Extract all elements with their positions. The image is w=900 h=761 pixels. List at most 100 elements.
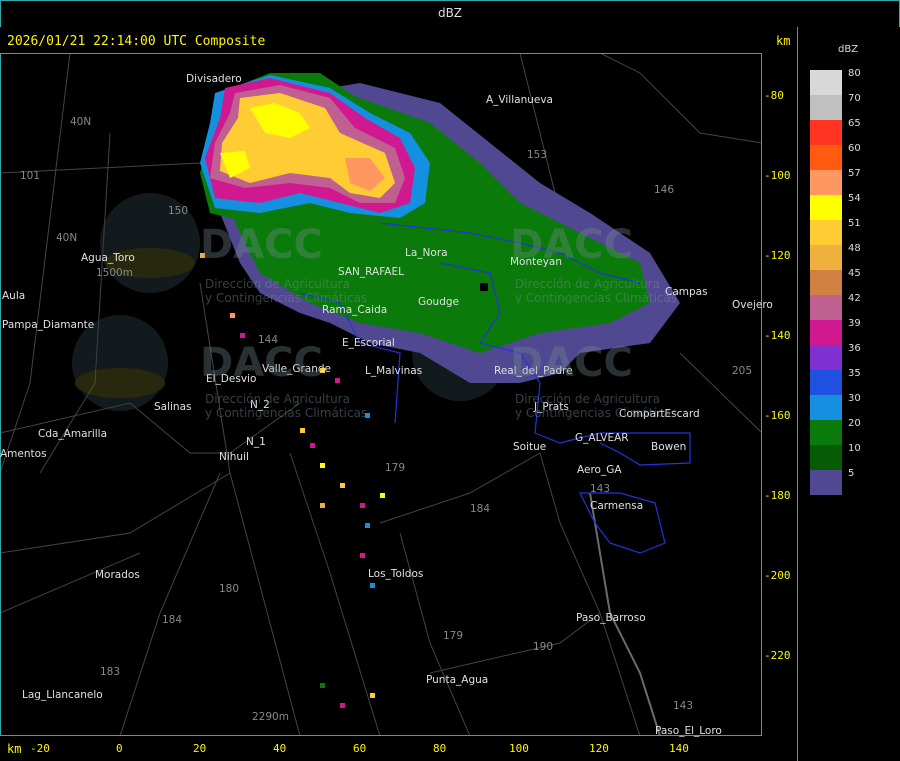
place-label: A_Villanueva: [486, 94, 553, 106]
legend-swatch: [810, 145, 842, 170]
legend-label: 48: [848, 243, 861, 254]
road-label: 143: [590, 483, 611, 495]
legend-label: 65: [848, 118, 861, 129]
legend-label: 80: [848, 68, 861, 79]
legend-label: 36: [848, 343, 861, 354]
road-label: 179: [385, 462, 406, 474]
place-label: Paso_El_Loro: [655, 725, 722, 737]
elevation-label: 1500m: [96, 267, 133, 279]
place-label: Goudge: [418, 296, 460, 308]
place-label: Divisadero: [186, 73, 242, 85]
legend-label: 51: [848, 218, 861, 229]
y-tick-label: -180: [764, 489, 791, 502]
legend-swatch: [810, 445, 842, 470]
place-label: Agua_Toro: [81, 252, 135, 264]
place-label: Soitue: [513, 441, 547, 453]
legend-label: 20: [848, 418, 861, 429]
road-label: 180: [219, 583, 240, 595]
x-tick-label: 80: [433, 742, 447, 755]
road-label: 40N: [56, 232, 78, 244]
place-label: Lag_Llancanelo: [22, 689, 103, 701]
road-label: 184: [470, 503, 491, 515]
place-label: N_1: [246, 436, 266, 448]
header-title: dBZ: [437, 6, 463, 20]
legend-swatch: [810, 320, 842, 345]
timestamp-label: 2026/01/21 22:14:00 UTC Composite: [7, 34, 266, 49]
place-label: Pampa_Diamante: [2, 319, 95, 331]
place-label: Carmensa: [590, 500, 644, 512]
legend-swatch: [810, 170, 842, 195]
x-tick-label: 20: [193, 742, 207, 755]
legend-swatch: [810, 220, 842, 245]
x-tick-label: 100: [509, 742, 529, 755]
place-label: Aula: [2, 290, 26, 302]
place-label: Paso_Barroso: [576, 612, 646, 624]
place-label: Ovejero: [732, 299, 773, 311]
road-label: 40N: [70, 116, 92, 128]
legend-swatch: [810, 295, 842, 320]
legend-swatch: [810, 370, 842, 395]
legend-label: 45: [848, 268, 861, 279]
y-axis-unit: km: [776, 34, 791, 48]
place-label: E_Escorial: [342, 337, 395, 349]
legend-label: 42: [848, 293, 861, 304]
x-tick-label: 0: [116, 742, 123, 755]
y-tick-label: -200: [764, 569, 791, 582]
watermark-logo-text: DACC: [510, 222, 633, 268]
place-label: Cda_Amarilla: [38, 428, 108, 440]
elevation-label: 2290m: [252, 711, 289, 723]
place-label: G_ALVEAR: [575, 432, 629, 444]
road-label: 183: [100, 666, 121, 678]
x-tick-label: 40: [273, 742, 287, 755]
x-tick-label: -20: [30, 742, 50, 755]
place-label: Punta_Agua: [426, 674, 489, 686]
legend-swatch: [810, 245, 842, 270]
y-tick-label: -80: [764, 89, 784, 102]
legend-swatch: [810, 470, 842, 495]
place-label: L_Malvinas: [365, 365, 423, 377]
place-label: Salinas: [154, 401, 192, 413]
place-label: Aero_GA: [577, 464, 622, 476]
legend-label: 60: [848, 143, 861, 154]
y-tick-label: -160: [764, 409, 791, 422]
place-label: Amentos: [0, 448, 47, 460]
place-label: Los_Toldos: [368, 568, 424, 580]
watermark-subtitle: Dirección de Agricultura y Contingencias …: [205, 392, 368, 420]
road-label: 150: [168, 205, 189, 217]
x-axis-unit: km: [7, 742, 22, 756]
road-label: 153: [527, 149, 548, 161]
legend-swatch: [810, 70, 842, 95]
y-tick-label: -220: [764, 649, 791, 662]
legend-swatch: [810, 270, 842, 295]
x-tick-label: 120: [589, 742, 609, 755]
legend-swatch: [810, 395, 842, 420]
watermark-logo-text: DACC: [200, 340, 323, 386]
place-label: Morados: [95, 569, 140, 581]
x-tick-label: 140: [669, 742, 689, 755]
watermark-subtitle: Dirección de Agricultura y Contingencias …: [515, 392, 678, 420]
road-label: 190: [533, 641, 554, 653]
legend-label: 10: [848, 443, 861, 454]
road-label: 101: [20, 170, 41, 182]
legend-label: 35: [848, 368, 861, 379]
legend-label: 30: [848, 393, 861, 404]
watermark-logo-text: DACC: [200, 222, 323, 268]
road-label: 184: [162, 614, 183, 626]
legend-title: dBZ: [838, 44, 859, 55]
legend-label: 57: [848, 168, 861, 179]
place-label: Nihuil: [219, 451, 249, 463]
watermark-subtitle: Dirección de Agricultura y Contingencias …: [205, 277, 368, 305]
y-tick-label: -100: [764, 169, 791, 182]
legend-label: 70: [848, 93, 861, 104]
legend-swatch: [810, 95, 842, 120]
legend-label: 39: [848, 318, 861, 329]
legend-label: 54: [848, 193, 861, 204]
y-tick-label: -120: [764, 249, 791, 262]
legend-swatch: [810, 420, 842, 445]
y-tick-label: -140: [764, 329, 791, 342]
panel-divider: [797, 27, 798, 761]
legend-swatch: [810, 120, 842, 145]
place-label: La_Nora: [405, 247, 448, 259]
road-label: 143: [673, 700, 694, 712]
legend-label: 5: [848, 468, 855, 479]
